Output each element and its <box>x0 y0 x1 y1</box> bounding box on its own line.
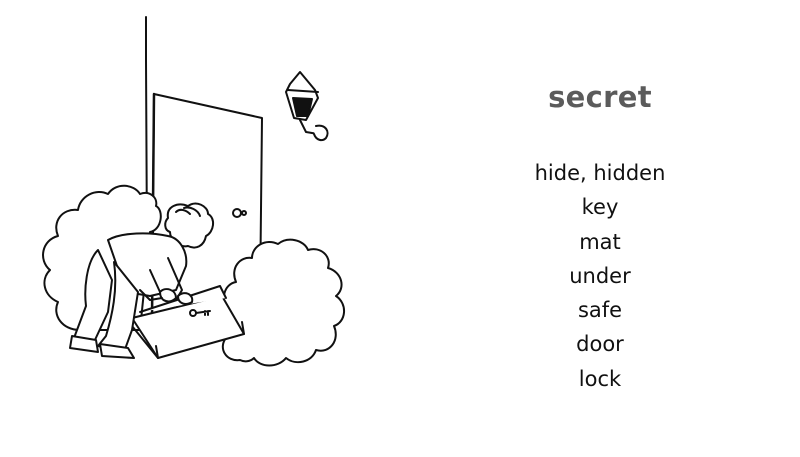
illustration <box>42 16 345 367</box>
word-panel: secret hide, hidden key mat under safe d… <box>440 0 760 457</box>
word-item: hide, hidden <box>534 161 666 185</box>
word-item: safe <box>577 298 623 323</box>
word-list: hide, hidden key mat under safe door loc… <box>440 156 760 396</box>
word-item: mat <box>579 229 621 254</box>
page-title: secret <box>548 80 652 114</box>
word-item: door <box>576 332 624 357</box>
word-item: under <box>569 263 631 288</box>
word-item: key <box>581 195 619 220</box>
word-item: lock <box>578 366 622 391</box>
wall-lamp-icon <box>285 71 329 142</box>
